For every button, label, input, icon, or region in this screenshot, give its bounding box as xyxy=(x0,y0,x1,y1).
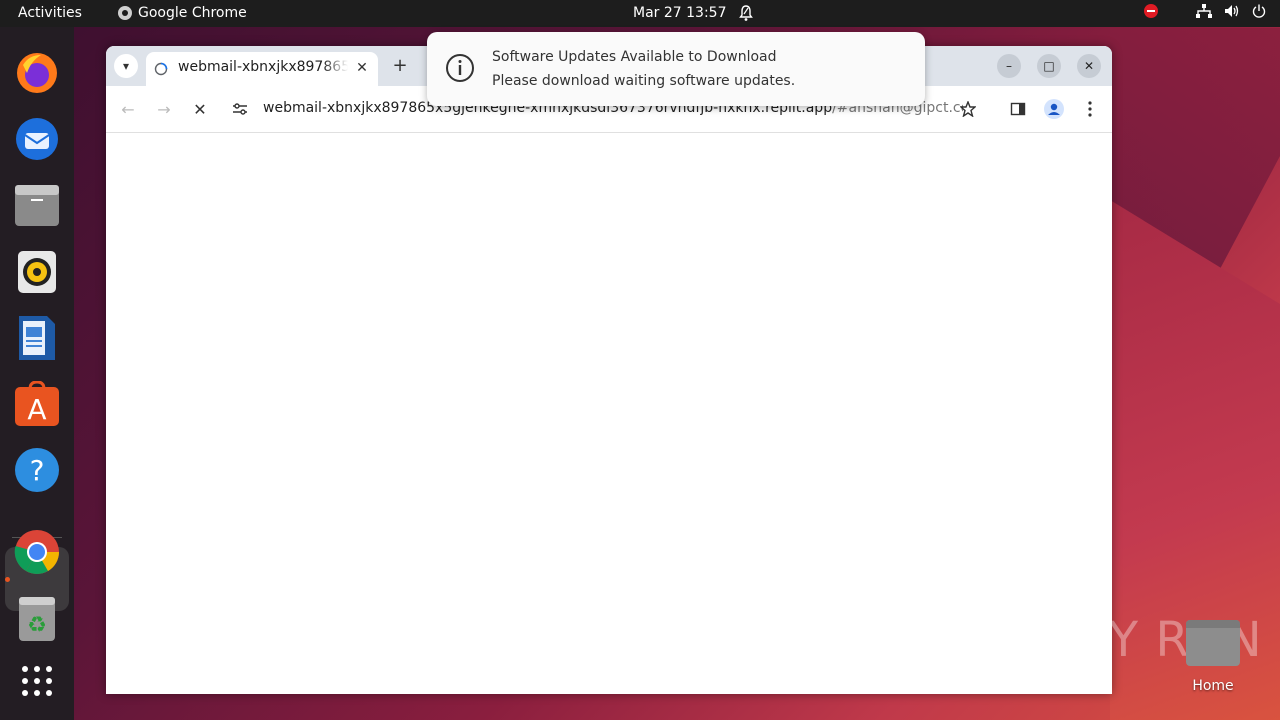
clock[interactable]: Mar 27 13:57 xyxy=(633,5,726,21)
running-indicator xyxy=(5,577,10,582)
network-icon xyxy=(1196,4,1212,18)
maximize-button[interactable]: □ xyxy=(1037,54,1061,78)
browser-tab[interactable]: webmail-xbnxjkx897865x5gjenkegne-xmnxjkd… xyxy=(146,52,378,86)
libreoffice-writer-icon[interactable] xyxy=(13,314,61,362)
svg-text:?: ? xyxy=(30,454,45,487)
help-icon[interactable]: ? xyxy=(13,446,61,494)
firefox-icon[interactable] xyxy=(13,49,61,97)
notification-title: Software Updates Available to Download xyxy=(492,49,777,65)
tab-search-chevron-down-icon[interactable]: ▾ xyxy=(114,54,138,78)
stop-loading-button[interactable]: ✕ xyxy=(188,97,212,121)
bookmark-star-icon[interactable] xyxy=(956,97,980,121)
chrome-small-icon xyxy=(118,6,132,20)
loading-globe-icon xyxy=(154,62,168,76)
show-applications-icon[interactable] xyxy=(13,657,61,705)
top-bar: Activities Google Chrome Mar 27 13:57 xyxy=(0,0,1280,27)
tab-close-icon[interactable]: ✕ xyxy=(352,58,372,78)
side-panel-icon[interactable] xyxy=(1006,97,1030,121)
notification-popup[interactable]: Software Updates Available to Download P… xyxy=(427,32,925,106)
power-icon xyxy=(1252,4,1266,18)
home-folder-label[interactable]: Home xyxy=(1186,678,1240,694)
new-tab-button[interactable]: + xyxy=(388,54,412,78)
back-button[interactable]: ← xyxy=(116,97,140,121)
chrome-window: ▾ webmail-xbnxjkx897865x5gjenkegne-xmnxj… xyxy=(106,46,1112,694)
site-info-icon[interactable] xyxy=(232,101,248,117)
more-menu-icon[interactable] xyxy=(1078,97,1102,121)
svg-text:A: A xyxy=(27,393,46,426)
system-tray[interactable] xyxy=(1144,4,1266,18)
do-not-disturb-icon[interactable] xyxy=(1144,4,1158,18)
thunderbird-icon[interactable] xyxy=(13,115,61,163)
home-folder-icon[interactable] xyxy=(1186,620,1240,666)
forward-button[interactable]: → xyxy=(152,97,176,121)
files-icon[interactable] xyxy=(13,182,61,230)
rhythmbox-icon[interactable] xyxy=(13,248,61,296)
chrome-icon[interactable] xyxy=(13,528,61,576)
volume-icon xyxy=(1225,5,1239,17)
app-name: Google Chrome xyxy=(138,5,247,21)
activities-button[interactable]: Activities xyxy=(18,5,82,21)
minimize-button[interactable]: – xyxy=(997,54,1021,78)
page-content[interactable] xyxy=(106,133,1112,694)
trash-icon[interactable]: ♻ xyxy=(13,595,61,643)
ubuntu-software-icon[interactable]: A xyxy=(13,380,61,428)
notification-body: Please download waiting software updates… xyxy=(492,73,796,89)
close-window-button[interactable]: ✕ xyxy=(1077,54,1101,78)
svg-text:♻: ♻ xyxy=(27,613,47,638)
info-icon xyxy=(446,54,474,82)
notification-bell-icon[interactable] xyxy=(738,4,754,22)
app-menu[interactable]: Google Chrome xyxy=(118,5,247,21)
tab-title: webmail-xbnxjkx897865x5gjenkegne-xmnxjkd… xyxy=(178,59,348,75)
profile-avatar-icon[interactable] xyxy=(1042,97,1066,121)
dock: A ? ♻ xyxy=(0,27,74,720)
